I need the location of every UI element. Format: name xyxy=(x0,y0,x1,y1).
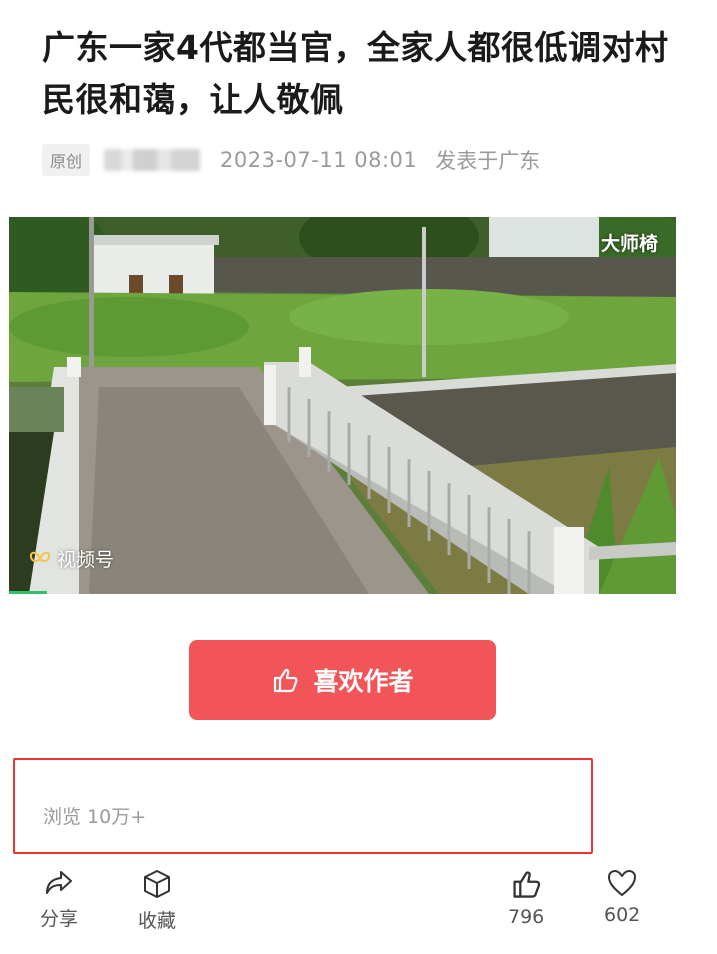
video-player[interactable]: 大师椅 视频号 xyxy=(9,217,676,594)
video-watermark-top: 大师椅 xyxy=(600,233,658,255)
like-author-button[interactable]: 喜欢作者 xyxy=(189,640,496,720)
like-author-label: 喜欢作者 xyxy=(313,668,414,696)
favorite-button[interactable]: 收藏 xyxy=(138,868,176,933)
heart-icon xyxy=(606,868,638,898)
like-button[interactable]: 796 xyxy=(508,868,544,928)
publish-date: 2023-07-11 08:01 xyxy=(220,148,418,172)
share-icon xyxy=(43,868,75,898)
thumbs-up-icon xyxy=(271,666,299,694)
video-frame xyxy=(9,217,676,594)
article-meta: 原创 2023-07-11 08:01 发表于广东 xyxy=(42,143,540,177)
article-title: 广东一家4代都当官，全家人都很低调对村民很和蔼，让人敬佩 xyxy=(42,28,669,119)
heart-count: 602 xyxy=(604,904,641,926)
views-highlight-box: 浏览 10万+ xyxy=(13,758,593,854)
view-count: 浏览 10万+ xyxy=(43,806,147,828)
butterfly-icon xyxy=(29,550,51,568)
video-progress-bar[interactable] xyxy=(9,591,47,594)
favorite-label: 收藏 xyxy=(138,910,177,932)
like-count: 796 xyxy=(508,906,545,928)
publish-location: 发表于广东 xyxy=(435,149,541,173)
share-label: 分享 xyxy=(40,908,79,930)
original-badge: 原创 xyxy=(42,144,91,176)
author-name-blurred[interactable] xyxy=(104,149,201,171)
video-source-text: 视频号 xyxy=(57,549,115,571)
heart-button[interactable]: 602 xyxy=(604,868,640,926)
share-button[interactable]: 分享 xyxy=(40,868,78,931)
cube-icon xyxy=(141,868,173,900)
thumbs-up-icon xyxy=(510,868,542,900)
video-source-label: 视频号 xyxy=(29,545,114,572)
